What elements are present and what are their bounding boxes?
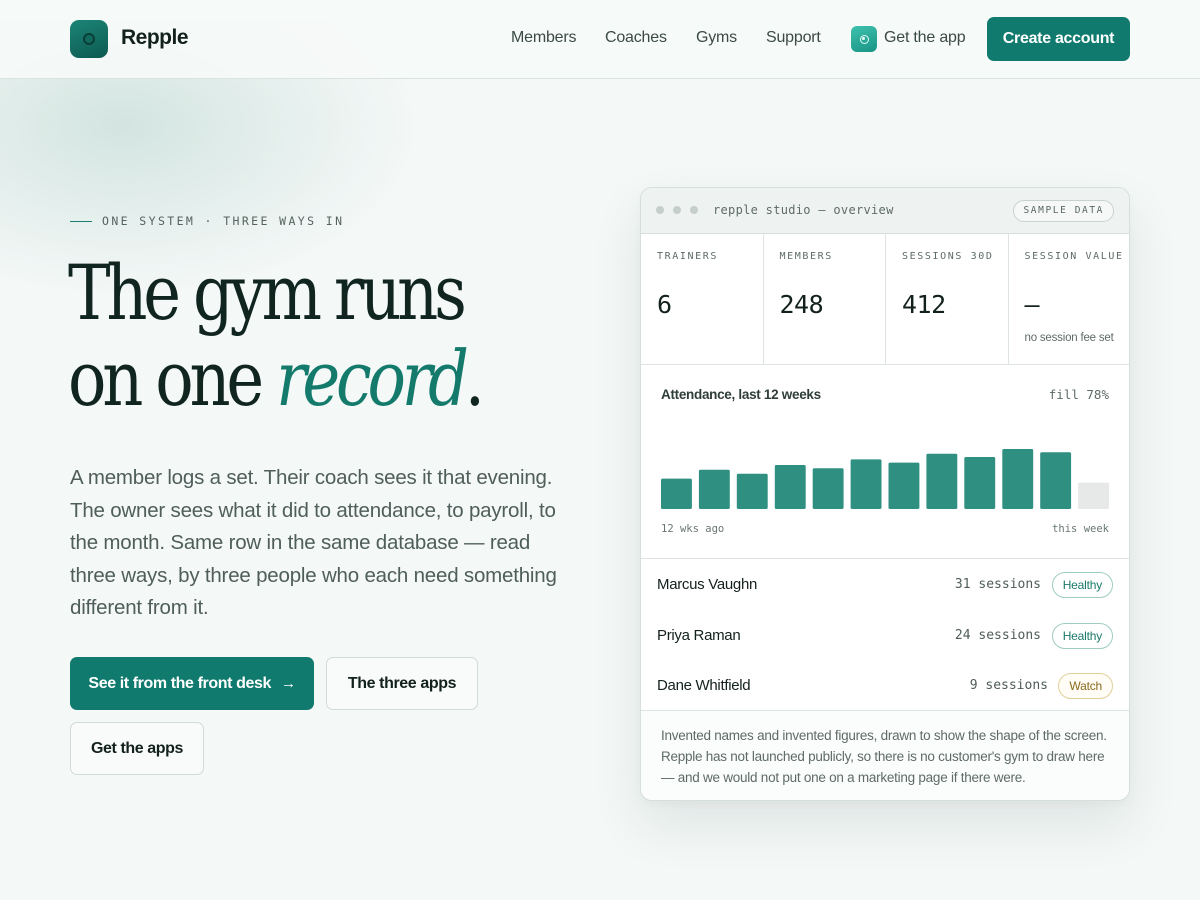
member-row[interactable]: Dane Whitfield 9 sessions Watch [641, 660, 1129, 710]
stats-strip: TRAINERS 6 MEMBERS 248 SESSIONS 30D 412 … [641, 234, 1129, 365]
member-sessions: 24 sessions [954, 628, 1041, 643]
chart-title: Attendance, last 12 weeks [661, 387, 821, 402]
stat-sessions-30d: SESSIONS 30D 412 [886, 234, 1009, 364]
get-the-apps-button[interactable]: Get the apps [70, 722, 204, 775]
stat-value: — [1024, 290, 1040, 319]
attendance-bar-w1 [661, 478, 692, 509]
attendance-bar-w11 [1040, 452, 1072, 509]
attendance-bar-chart [661, 449, 1109, 509]
stat-members: MEMBERS 248 [764, 234, 886, 364]
member-sessions: 9 sessions [969, 678, 1048, 693]
member-row[interactable]: Priya Raman 24 sessions Healthy [641, 610, 1129, 660]
window-dot-icon [656, 206, 664, 214]
footnote-text: Invented names and invented figures, dra… [661, 728, 1107, 785]
attendance-bar-w8 [926, 453, 958, 509]
stat-label: SESSIONS 30D [902, 251, 994, 262]
front-desk-button-label: See it from the front desk [88, 674, 271, 692]
status-badge: Watch [1058, 673, 1113, 699]
stat-trainers: TRAINERS 6 [641, 234, 764, 364]
member-name: Dane Whitfield [657, 677, 751, 694]
stat-note: no session fee set [1024, 332, 1114, 344]
window-dot-icon [690, 206, 698, 214]
hero-lede: A member logs a set. Their coach sees it… [70, 466, 557, 619]
member-name: Marcus Vaughn [657, 576, 758, 593]
attendance-bar-w9 [964, 457, 996, 509]
studio-overview-card: repple studio — overview SAMPLE DATA TRA… [640, 187, 1130, 801]
card-titlebar: repple studio — overview SAMPLE DATA [641, 188, 1129, 234]
brand-logo-icon[interactable] [70, 20, 108, 58]
headline-line-2b: . [464, 334, 485, 423]
app-target-icon[interactable] [851, 26, 877, 52]
chart-axis-end: this week [1052, 523, 1109, 535]
card-title: repple studio — overview [713, 203, 894, 217]
headline-emphasis: record [276, 334, 469, 423]
front-desk-button[interactable]: See it from the front desk → [70, 657, 314, 710]
get-the-app-link[interactable]: Get the app [884, 29, 966, 47]
attendance-bar-w5 [812, 468, 844, 509]
attendance-bar-w10 [1002, 449, 1034, 509]
headline-line-1: The gym runs [68, 248, 467, 337]
headline-line-2a: on one [68, 334, 277, 423]
create-account-button[interactable]: Create account [987, 17, 1130, 61]
chart-fill-rate: fill 78% [1048, 387, 1109, 402]
three-apps-button[interactable]: The three apps [326, 657, 478, 710]
status-badge: Healthy [1051, 572, 1113, 598]
stat-value: 6 [657, 290, 672, 319]
hero-eyebrow: ONE SYSTEM · THREE WAYS IN [70, 214, 344, 228]
stat-label: SESSION VALUE [1024, 251, 1124, 262]
eyebrow-rule [70, 220, 92, 222]
arrow-right-icon: → [280, 675, 296, 692]
stat-value: 248 [779, 290, 824, 319]
status-badge: Healthy [1051, 623, 1113, 649]
card-footnote: Invented names and invented figures, dra… [641, 710, 1129, 800]
attendance-bar-w7 [888, 462, 920, 509]
brand-name[interactable]: Repple [121, 26, 189, 50]
member-name: Priya Raman [657, 627, 741, 644]
attendance-bar-w6 [850, 459, 882, 509]
stat-session-value: SESSION VALUE — no session fee set [1009, 234, 1130, 364]
nav-link-gyms[interactable]: Gyms [696, 29, 737, 47]
top-nav: Repple Members Coaches Gyms Support Get … [0, 0, 1200, 79]
member-sessions: 31 sessions [954, 577, 1041, 592]
attendance-bar-w4 [774, 465, 806, 509]
sample-data-badge: SAMPLE DATA [1013, 200, 1114, 222]
attendance-chart-section: Attendance, last 12 weeks fill 78% 12 wk… [641, 365, 1129, 559]
nav-link-support[interactable]: Support [766, 29, 821, 47]
nav-link-coaches[interactable]: Coaches [605, 29, 667, 47]
stat-value: 412 [902, 290, 946, 319]
chart-axis-start: 12 wks ago [661, 523, 725, 535]
stat-label: MEMBERS [779, 251, 833, 262]
window-dot-icon [673, 206, 681, 214]
stat-label: TRAINERS [657, 251, 718, 262]
nav-link-members[interactable]: Members [511, 29, 576, 47]
hero-headline: The gym runs on one record. [68, 250, 522, 422]
attendance-bar-w2 [698, 469, 730, 509]
member-row[interactable]: Marcus Vaughn 31 sessions Healthy [641, 559, 1129, 609]
attendance-bar-w3 [736, 473, 768, 509]
attendance-bar-w12 [1078, 482, 1109, 509]
eyebrow-text: ONE SYSTEM · THREE WAYS IN [102, 214, 345, 228]
